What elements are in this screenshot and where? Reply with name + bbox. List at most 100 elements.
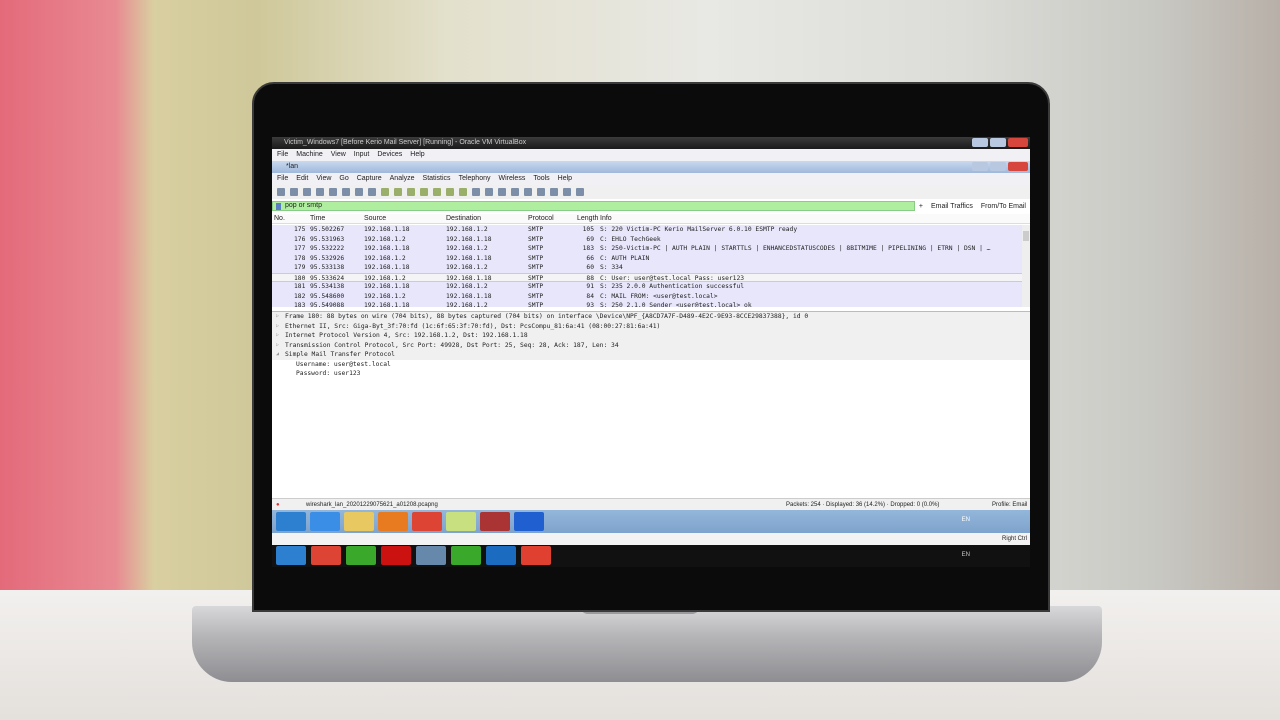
toolbar-icon[interactable] — [550, 188, 558, 196]
guest-lang[interactable]: EN — [962, 517, 970, 523]
detail-tree-item[interactable]: Frame 180: 88 bytes on wire (704 bits), … — [272, 312, 1030, 322]
column-header[interactable]: Length — [577, 214, 598, 224]
smtp-field[interactable]: Password: user123 — [272, 369, 1030, 379]
vbox-menu-item[interactable]: File — [277, 149, 288, 161]
chrome-icon[interactable] — [412, 512, 442, 531]
toolbar-icon[interactable] — [277, 188, 285, 196]
vbox-menu-item[interactable]: Machine — [296, 149, 322, 161]
media-player-icon[interactable] — [378, 512, 408, 531]
explorer-icon[interactable] — [344, 512, 374, 531]
packet-row[interactable]: 178 95.532926 192.168.1.2 192.168.1.18 SMTP 6… — [272, 253, 1030, 263]
toolbar-icon[interactable] — [290, 188, 298, 196]
toolbar-icon[interactable] — [355, 188, 363, 196]
email-traffics-button[interactable]: Email Traffics — [927, 203, 977, 210]
toolbar-icon[interactable] — [563, 188, 571, 196]
camtasia-red-icon[interactable] — [521, 546, 551, 565]
from-to-email-button[interactable]: From/To Email — [977, 203, 1030, 210]
toolbar-icon[interactable] — [498, 188, 506, 196]
toolbar-icon[interactable] — [537, 188, 545, 196]
toolbar-icon[interactable] — [329, 188, 337, 196]
vbox-menu-item[interactable]: Devices — [377, 149, 402, 161]
column-header[interactable]: Protocol — [528, 214, 554, 224]
packet-row[interactable]: 175 95.502267 192.168.1.18 192.168.1.2 SMTP 1… — [272, 225, 1030, 235]
smtp-field[interactable]: Username: user@test.local — [272, 359, 1030, 369]
maximize-button[interactable] — [990, 138, 1006, 147]
detail-tree-item[interactable]: Transmission Control Protocol, Src Port:… — [272, 340, 1030, 350]
toolbar-icon[interactable] — [524, 188, 532, 196]
add-filter-button[interactable]: + — [915, 203, 927, 210]
column-header[interactable]: Info — [600, 214, 612, 224]
packet-cell: 192.168.1.18 — [364, 245, 410, 252]
toolbar-icon[interactable] — [446, 188, 454, 196]
menu-item[interactable]: Tools — [533, 173, 549, 185]
menu-item[interactable]: Wireless — [498, 173, 525, 185]
menu-item[interactable]: Statistics — [423, 173, 451, 185]
toolbar-icon[interactable] — [316, 188, 324, 196]
packet-cell: 95.533138 — [310, 264, 345, 271]
camtasia-icon[interactable] — [346, 546, 376, 565]
wireshark-icon[interactable] — [514, 512, 544, 531]
detail-tree-item[interactable]: Internet Protocol Version 4, Src: 192.16… — [272, 331, 1030, 341]
ws-minimize-button[interactable] — [972, 162, 988, 171]
host-lang[interactable]: EN — [962, 552, 970, 558]
packet-row[interactable]: 176 95.531963 192.168.1.2 192.168.1.18 SMTP 6… — [272, 234, 1030, 244]
wireshark-menubar: File Edit View Go Capture Analyze Statistics Te… — [272, 173, 1030, 185]
chrome-icon[interactable] — [311, 546, 341, 565]
toolbar-icon[interactable] — [459, 188, 467, 196]
vbox-menu-item[interactable]: Input — [354, 149, 370, 161]
toolbar-icon[interactable] — [303, 188, 311, 196]
close-button[interactable] — [1008, 138, 1028, 147]
packet-row[interactable]: 181 95.534138 192.168.1.18 192.168.1.2 SMTP 9… — [272, 282, 1030, 292]
toolbar-icon[interactable] — [420, 188, 428, 196]
start-icon[interactable] — [276, 512, 306, 531]
detail-tree-item[interactable]: Ethernet II, Src: Giga-Byt_3f:70:fd (1c:… — [272, 321, 1030, 331]
toolbar-icon[interactable] — [485, 188, 493, 196]
menu-item[interactable]: Go — [339, 173, 348, 185]
toolbar-icon[interactable] — [472, 188, 480, 196]
menu-item[interactable]: Edit — [296, 173, 308, 185]
packet-cell: 182 — [294, 292, 306, 300]
menu-item[interactable]: Telephony — [459, 173, 491, 185]
packet-row[interactable]: 179 95.533138 192.168.1.18 192.168.1.2 SMTP 6… — [272, 263, 1030, 273]
vbox-menu-item[interactable]: View — [331, 149, 346, 161]
sticky-notes-icon[interactable] — [446, 512, 476, 531]
internet-explorer-icon[interactable] — [310, 512, 340, 531]
detail-tree-item[interactable]: Simple Mail Transfer Protocol — [272, 350, 1030, 360]
start-icon[interactable] — [276, 546, 306, 565]
column-header[interactable]: Source — [364, 214, 386, 224]
column-header[interactable]: Destination — [446, 214, 481, 224]
packet-row[interactable]: 183 95.549088 192.168.1.18 192.168.1.2 SMTP 9… — [272, 301, 1030, 307]
camtasia-2-icon[interactable] — [451, 546, 481, 565]
menu-item[interactable]: File — [277, 173, 288, 185]
toolbar-icon[interactable] — [368, 188, 376, 196]
packet-list-scrollbar[interactable] — [1022, 225, 1030, 307]
packet-cell: 192.168.1.2 — [446, 283, 488, 290]
toolbar-icon[interactable] — [342, 188, 350, 196]
toolbar-icon[interactable] — [407, 188, 415, 196]
laptop-base — [192, 606, 1102, 682]
toolbar-icon[interactable] — [511, 188, 519, 196]
ws-close-button[interactable] — [1008, 162, 1028, 171]
opera-icon[interactable] — [381, 546, 411, 565]
menu-item[interactable]: Help — [558, 173, 572, 185]
vbox-menu-item[interactable]: Help — [410, 149, 424, 161]
toolbar-icon[interactable] — [394, 188, 402, 196]
toolbar-icon[interactable] — [381, 188, 389, 196]
packet-row[interactable]: 182 95.548600 192.168.1.2 192.168.1.18 SMTP 8… — [272, 291, 1030, 301]
packet-row[interactable]: 177 95.532222 192.168.1.18 192.168.1.2 SMTP 1… — [272, 244, 1030, 254]
menu-item[interactable]: View — [316, 173, 331, 185]
outlook-icon[interactable] — [486, 546, 516, 565]
toolbar-icon[interactable] — [576, 188, 584, 196]
display-filter-input[interactable]: pop or smtp — [272, 201, 915, 211]
toolbar-icon[interactable] — [433, 188, 441, 196]
packet-row[interactable]: 180 95.533624 192.168.1.2 192.168.1.18 SMTP 8… — [272, 272, 1030, 282]
menu-item[interactable]: Analyze — [390, 173, 415, 185]
virtualbox-icon[interactable] — [416, 546, 446, 565]
menu-item[interactable]: Capture — [357, 173, 382, 185]
app-icon[interactable] — [480, 512, 510, 531]
ws-restore-button[interactable] — [990, 162, 1006, 171]
packet-cell: 179 — [294, 264, 306, 271]
minimize-button[interactable] — [972, 138, 988, 147]
column-header[interactable]: Time — [310, 214, 325, 224]
column-header[interactable]: No. — [274, 214, 285, 224]
